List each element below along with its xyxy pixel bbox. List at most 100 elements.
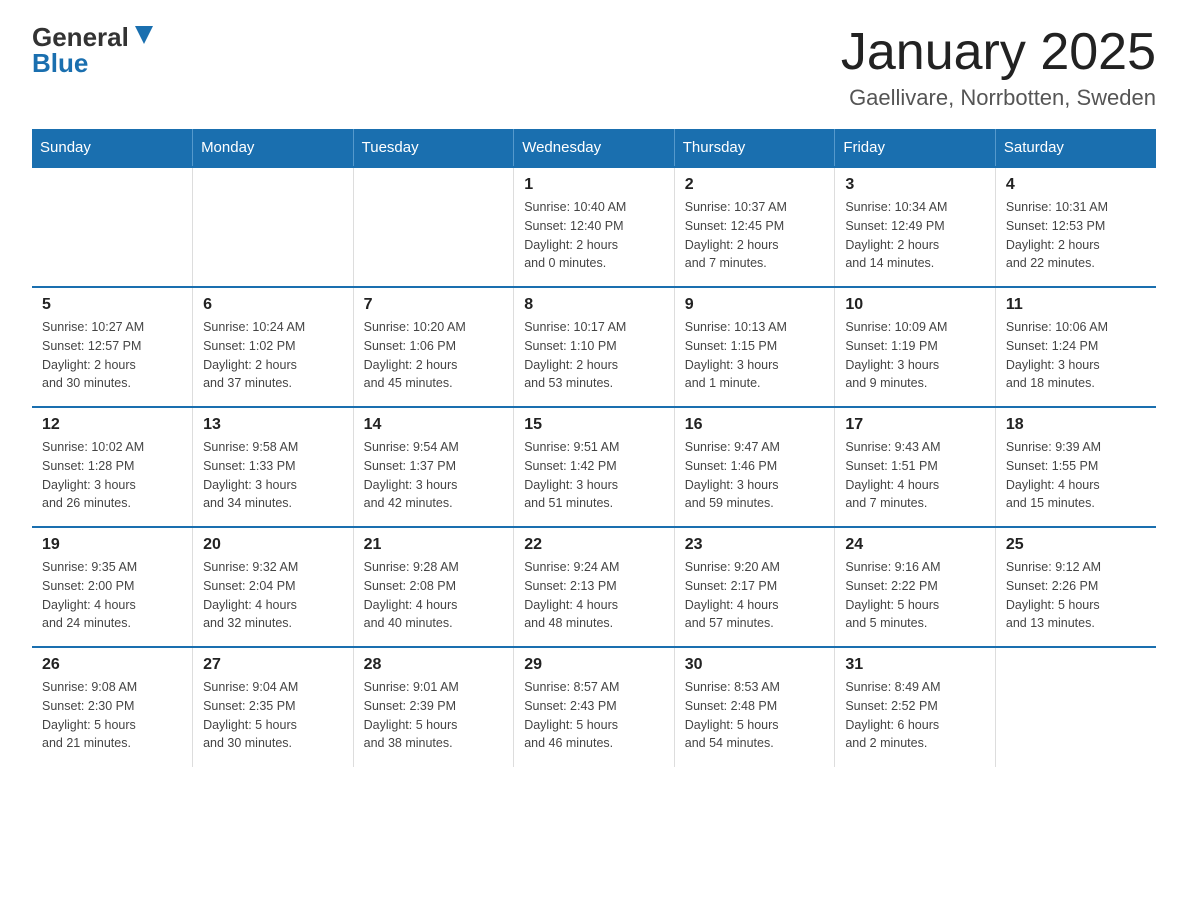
calendar-day-cell: 1 Sunrise: 10:40 AMSunset: 12:40 PMDaylig… [514, 167, 675, 287]
day-number: 13 [203, 416, 343, 434]
title-area: January 2025 Gaellivare, Norrbotten, Swe… [841, 24, 1156, 111]
calendar-day-cell: 11 Sunrise: 10:06 AMSunset: 1:24 PMDaylig… [995, 287, 1156, 407]
calendar-day-cell [995, 647, 1156, 767]
calendar-day-cell: 13Sunrise: 9:58 AMSunset: 1:33 PMDayligh… [193, 407, 354, 527]
day-number: 11 [1006, 296, 1146, 314]
day-number: 19 [42, 536, 182, 554]
day-number: 30 [685, 656, 825, 674]
calendar-day-cell: 4Sunrise: 10:31 AMSunset: 12:53 PMDaylig… [995, 167, 1156, 287]
header: General Blue January 2025 Gaellivare, No… [32, 24, 1156, 111]
day-info: Sunrise: 9:24 AMSunset: 2:13 PMDaylight:… [524, 558, 664, 633]
day-info: Sunrise: 10:27 AMSunset: 12:57 PMDayligh… [42, 318, 182, 393]
day-info: Sunrise: 8:49 AMSunset: 2:52 PMDaylight:… [845, 678, 985, 753]
calendar-day-cell: 12 Sunrise: 10:02 AMSunset: 1:28 PMDaylig… [32, 407, 193, 527]
day-number: 18 [1006, 416, 1146, 434]
day-info: Sunrise: 10:37 AMSunset: 12:45 PMDayligh… [685, 198, 825, 273]
col-tuesday: Tuesday [353, 129, 514, 167]
calendar-week-row: 26 Sunrise: 9:08 AMSunset: 2:30 PMDayligh… [32, 647, 1156, 767]
day-info: Sunrise: 9:47 AMSunset: 1:46 PMDaylight:… [685, 438, 825, 513]
col-sunday: Sunday [32, 129, 193, 167]
day-number: 26 [42, 656, 182, 674]
day-number: 27 [203, 656, 343, 674]
day-info: Sunrise: 9:32 AMSunset: 2:04 PMDaylight:… [203, 558, 343, 633]
calendar-day-cell: 15 Sunrise: 9:51 AMSunset: 1:42 PMDayligh… [514, 407, 675, 527]
col-friday: Friday [835, 129, 996, 167]
calendar-day-cell: 30Sunrise: 8:53 AMSunset: 2:48 PMDayligh… [674, 647, 835, 767]
calendar-day-cell: 10Sunrise: 10:09 AMSunset: 1:19 PMDaylig… [835, 287, 996, 407]
calendar-day-cell: 28 Sunrise: 9:01 AMSunset: 2:39 PMDayligh… [353, 647, 514, 767]
col-wednesday: Wednesday [514, 129, 675, 167]
day-info: Sunrise: 10:13 AMSunset: 1:15 PMDaylight… [685, 318, 825, 393]
calendar-day-cell: 2 Sunrise: 10:37 AMSunset: 12:45 PMDaylig… [674, 167, 835, 287]
day-number: 21 [364, 536, 504, 554]
col-thursday: Thursday [674, 129, 835, 167]
day-number: 1 [524, 176, 664, 194]
logo-blue-text: Blue [32, 50, 88, 76]
logo: General Blue [32, 24, 153, 76]
day-info: Sunrise: 10:20 AMSunset: 1:06 PMDaylight… [364, 318, 504, 393]
calendar-day-cell: 27 Sunrise: 9:04 AMSunset: 2:35 PMDayligh… [193, 647, 354, 767]
day-number: 7 [364, 296, 504, 314]
day-number: 17 [845, 416, 985, 434]
calendar-day-cell: 5 Sunrise: 10:27 AMSunset: 12:57 PMDaylig… [32, 287, 193, 407]
calendar-day-cell: 23 Sunrise: 9:20 AMSunset: 2:17 PMDayligh… [674, 527, 835, 647]
calendar-day-cell: 20 Sunrise: 9:32 AMSunset: 2:04 PMDayligh… [193, 527, 354, 647]
calendar-week-row: 1 Sunrise: 10:40 AMSunset: 12:40 PMDaylig… [32, 167, 1156, 287]
day-number: 8 [524, 296, 664, 314]
col-monday: Monday [193, 129, 354, 167]
day-info: Sunrise: 9:01 AMSunset: 2:39 PMDaylight:… [364, 678, 504, 753]
day-number: 15 [524, 416, 664, 434]
day-number: 6 [203, 296, 343, 314]
day-info: Sunrise: 10:02 AMSunset: 1:28 PMDaylight… [42, 438, 182, 513]
logo-general-text: General [32, 24, 129, 50]
day-number: 12 [42, 416, 182, 434]
day-number: 20 [203, 536, 343, 554]
day-info: Sunrise: 9:28 AMSunset: 2:08 PMDaylight:… [364, 558, 504, 633]
day-number: 28 [364, 656, 504, 674]
calendar-header-row: Sunday Monday Tuesday Wednesday Thursday… [32, 129, 1156, 167]
day-number: 3 [845, 176, 985, 194]
day-info: Sunrise: 10:06 AMSunset: 1:24 PMDaylight… [1006, 318, 1146, 393]
calendar-day-cell [32, 167, 193, 287]
calendar-day-cell: 7 Sunrise: 10:20 AMSunset: 1:06 PMDayligh… [353, 287, 514, 407]
calendar-week-row: 12 Sunrise: 10:02 AMSunset: 1:28 PMDaylig… [32, 407, 1156, 527]
day-number: 16 [685, 416, 825, 434]
day-info: Sunrise: 10:17 AMSunset: 1:10 PMDaylight… [524, 318, 664, 393]
calendar-day-cell [193, 167, 354, 287]
day-info: Sunrise: 9:43 AMSunset: 1:51 PMDaylight:… [845, 438, 985, 513]
day-number: 2 [685, 176, 825, 194]
day-number: 9 [685, 296, 825, 314]
day-info: Sunrise: 9:54 AMSunset: 1:37 PMDaylight:… [364, 438, 504, 513]
calendar-day-cell: 31 Sunrise: 8:49 AMSunset: 2:52 PMDayligh… [835, 647, 996, 767]
calendar-day-cell: 19Sunrise: 9:35 AMSunset: 2:00 PMDayligh… [32, 527, 193, 647]
calendar-day-cell: 26 Sunrise: 9:08 AMSunset: 2:30 PMDayligh… [32, 647, 193, 767]
day-info: Sunrise: 10:40 AMSunset: 12:40 PMDayligh… [524, 198, 664, 273]
location-title: Gaellivare, Norrbotten, Sweden [841, 85, 1156, 111]
calendar-day-cell: 22Sunrise: 9:24 AMSunset: 2:13 PMDayligh… [514, 527, 675, 647]
calendar-day-cell: 9 Sunrise: 10:13 AMSunset: 1:15 PMDayligh… [674, 287, 835, 407]
day-info: Sunrise: 9:08 AMSunset: 2:30 PMDaylight:… [42, 678, 182, 753]
day-info: Sunrise: 9:04 AMSunset: 2:35 PMDaylight:… [203, 678, 343, 753]
day-info: Sunrise: 9:20 AMSunset: 2:17 PMDaylight:… [685, 558, 825, 633]
day-number: 29 [524, 656, 664, 674]
day-number: 25 [1006, 536, 1146, 554]
calendar-day-cell: 24Sunrise: 9:16 AMSunset: 2:22 PMDayligh… [835, 527, 996, 647]
calendar-week-row: 19Sunrise: 9:35 AMSunset: 2:00 PMDayligh… [32, 527, 1156, 647]
calendar-day-cell: 8 Sunrise: 10:17 AMSunset: 1:10 PMDayligh… [514, 287, 675, 407]
day-number: 5 [42, 296, 182, 314]
day-info: Sunrise: 8:57 AMSunset: 2:43 PMDaylight:… [524, 678, 664, 753]
calendar-day-cell: 29 Sunrise: 8:57 AMSunset: 2:43 PMDayligh… [514, 647, 675, 767]
col-saturday: Saturday [995, 129, 1156, 167]
day-number: 23 [685, 536, 825, 554]
calendar-day-cell: 18Sunrise: 9:39 AMSunset: 1:55 PMDayligh… [995, 407, 1156, 527]
day-info: Sunrise: 10:31 AMSunset: 12:53 PMDayligh… [1006, 198, 1146, 273]
day-number: 31 [845, 656, 985, 674]
day-info: Sunrise: 10:24 AMSunset: 1:02 PMDaylight… [203, 318, 343, 393]
calendar-day-cell: 17 Sunrise: 9:43 AMSunset: 1:51 PMDayligh… [835, 407, 996, 527]
calendar-day-cell: 3Sunrise: 10:34 AMSunset: 12:49 PMDaylig… [835, 167, 996, 287]
day-info: Sunrise: 9:16 AMSunset: 2:22 PMDaylight:… [845, 558, 985, 633]
day-number: 14 [364, 416, 504, 434]
day-info: Sunrise: 9:51 AMSunset: 1:42 PMDaylight:… [524, 438, 664, 513]
calendar-table: Sunday Monday Tuesday Wednesday Thursday… [32, 129, 1156, 767]
month-title: January 2025 [841, 24, 1156, 81]
